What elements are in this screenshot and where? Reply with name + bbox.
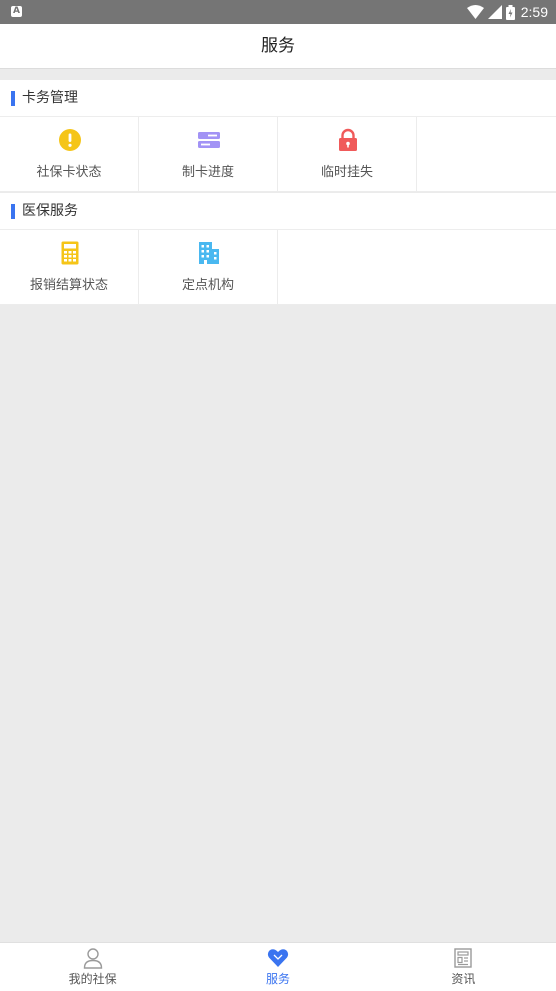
tab-services[interactable]: 服务	[185, 943, 370, 991]
signal-icon	[487, 5, 502, 19]
wifi-icon	[466, 5, 484, 19]
section-header-medical-insurance: 医保服务	[0, 193, 556, 230]
section-title: 卡务管理	[22, 90, 78, 106]
bottom-tab-bar: 我的社保 服务 资讯	[0, 942, 556, 991]
service-grid-card-management: 社保卡状态 制卡进度 临时挂失	[0, 117, 556, 192]
service-item-reimbursement-status[interactable]: 报销结算状态	[0, 230, 139, 305]
building-icon	[199, 242, 219, 264]
status-bar: A 2:59	[0, 0, 556, 24]
server-icon	[198, 132, 220, 148]
section-header-card-management: 卡务管理	[0, 80, 556, 117]
service-item-label: 制卡进度	[181, 165, 234, 180]
tab-label: 我的社保	[68, 972, 117, 986]
service-item-label: 临时挂失	[320, 165, 373, 180]
service-item-label: 定点机构	[181, 278, 234, 293]
status-icons: 2:59	[466, 3, 548, 21]
notification-icon: A	[11, 6, 22, 17]
user-icon	[83, 948, 102, 969]
calculator-icon	[61, 241, 79, 265]
section-accent-bar	[11, 91, 15, 106]
service-item-designated-institution[interactable]: 定点机构	[139, 230, 278, 305]
battery-icon	[505, 4, 515, 20]
heart-icon	[267, 949, 289, 967]
section-title: 医保服务	[22, 203, 78, 219]
service-item-card-progress[interactable]: 制卡进度	[139, 117, 278, 192]
news-icon	[454, 948, 473, 968]
clock: 2:59	[520, 4, 548, 20]
section-accent-bar	[11, 204, 15, 219]
empty-cell	[417, 117, 556, 192]
page-title: 服务	[0, 24, 556, 69]
empty-cell	[278, 230, 556, 305]
service-item-temporary-loss-report[interactable]: 临时挂失	[278, 117, 417, 192]
tab-label: 资讯	[451, 972, 476, 986]
service-item-label: 社保卡状态	[36, 165, 102, 180]
service-item-label: 报销结算状态	[29, 278, 108, 293]
lock-icon	[339, 128, 357, 151]
service-grid-medical-insurance: 报销结算状态 定点机构	[0, 230, 556, 305]
tab-my-social-security[interactable]: 我的社保	[0, 943, 185, 991]
alert-icon	[59, 129, 81, 151]
service-item-card-status[interactable]: 社保卡状态	[0, 117, 139, 192]
tab-label: 服务	[265, 972, 290, 986]
tab-news[interactable]: 资讯	[371, 943, 556, 991]
